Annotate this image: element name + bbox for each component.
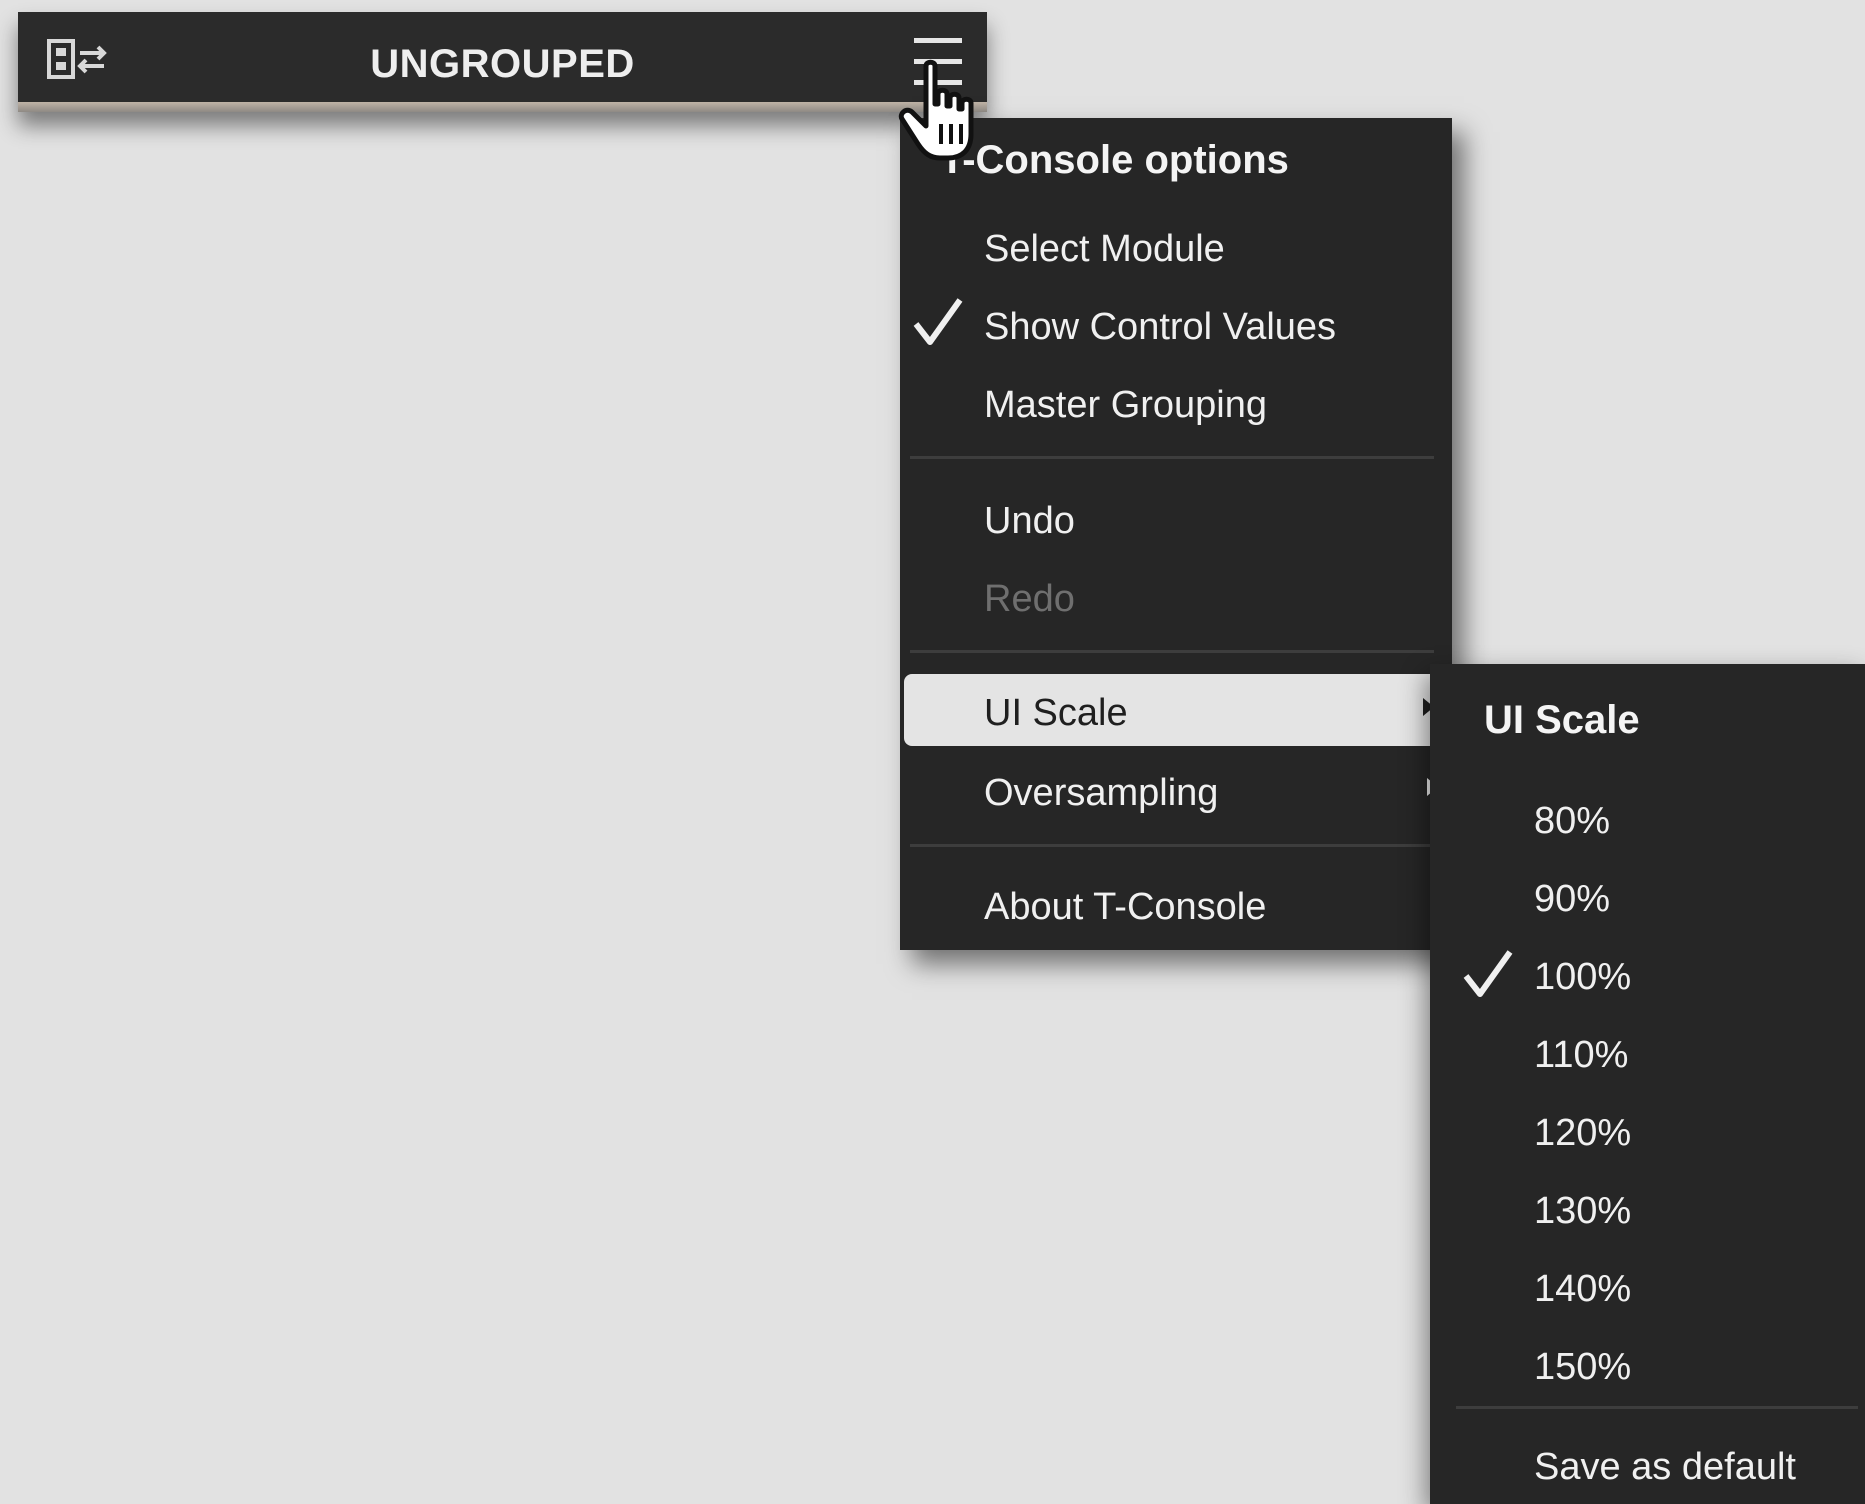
- menu-item-label: Undo: [984, 500, 1075, 542]
- menu-separator: [910, 650, 1434, 653]
- save-as-default-label: Save as default: [1534, 1446, 1796, 1488]
- checkmark-icon: [913, 298, 963, 345]
- scale-option-label: 150%: [1534, 1346, 1632, 1388]
- menu-separator: [910, 456, 1434, 459]
- scale-option-label: 130%: [1534, 1190, 1632, 1232]
- menu-item-redo: Redo: [900, 560, 1452, 632]
- menu-item-label: Master Grouping: [984, 384, 1268, 426]
- menu-item-label: UI Scale: [984, 692, 1128, 734]
- menu-item-label: Select Module: [984, 228, 1225, 270]
- menu-item-label: Show Control Values: [984, 306, 1337, 348]
- menu-item-label: Oversampling: [984, 772, 1219, 814]
- scale-option-150[interactable]: 150%: [1430, 1330, 1865, 1402]
- scale-option-label: 140%: [1534, 1268, 1632, 1310]
- scale-option-140[interactable]: 140%: [1430, 1252, 1865, 1324]
- scale-option-100[interactable]: 100%: [1430, 940, 1865, 1012]
- scale-option-label: 80%: [1534, 800, 1611, 842]
- options-menu: T-Console options Select Module Show Con…: [900, 118, 1452, 950]
- menu-item-select-module[interactable]: Select Module: [900, 210, 1452, 282]
- menu-item-about[interactable]: About T-Console: [900, 868, 1452, 940]
- scale-option-80[interactable]: 80%: [1430, 784, 1865, 856]
- scale-option-label: 100%: [1534, 956, 1632, 998]
- menu-separator: [910, 844, 1434, 847]
- menu-item-master-grouping[interactable]: Master Grouping: [900, 366, 1452, 438]
- submenu-heading: UI Scale: [1484, 698, 1640, 742]
- menu-item-show-control-values[interactable]: Show Control Values: [900, 288, 1452, 360]
- scale-option-label: 110%: [1534, 1034, 1629, 1076]
- menu-item-label: Redo: [984, 578, 1075, 620]
- scale-option-label: 90%: [1534, 878, 1611, 920]
- menu-item-ui-scale[interactable]: UI Scale: [904, 674, 1440, 746]
- scale-option-120[interactable]: 120%: [1430, 1096, 1865, 1168]
- hamburger-menu-icon[interactable]: [911, 34, 965, 90]
- module-header-bar: UNGROUPED: [18, 12, 987, 112]
- group-title: UNGROUPED: [370, 42, 635, 86]
- menu-item-undo[interactable]: Undo: [900, 482, 1452, 554]
- menu-item-oversampling[interactable]: Oversampling: [900, 754, 1452, 826]
- save-as-default-button[interactable]: Save as default: [1430, 1430, 1865, 1502]
- scale-option-130[interactable]: 130%: [1430, 1174, 1865, 1246]
- scale-option-90[interactable]: 90%: [1430, 862, 1865, 934]
- scale-option-110[interactable]: 110%: [1430, 1018, 1865, 1090]
- menu-heading: T-Console options: [940, 138, 1289, 182]
- ui-scale-submenu: UI Scale 80% 90% 100% 110% 120% 130% 140…: [1430, 664, 1865, 1504]
- menu-separator: [1456, 1406, 1858, 1409]
- menu-item-label: About T-Console: [984, 886, 1267, 928]
- scale-option-label: 120%: [1534, 1112, 1632, 1154]
- checkmark-icon: [1463, 950, 1513, 997]
